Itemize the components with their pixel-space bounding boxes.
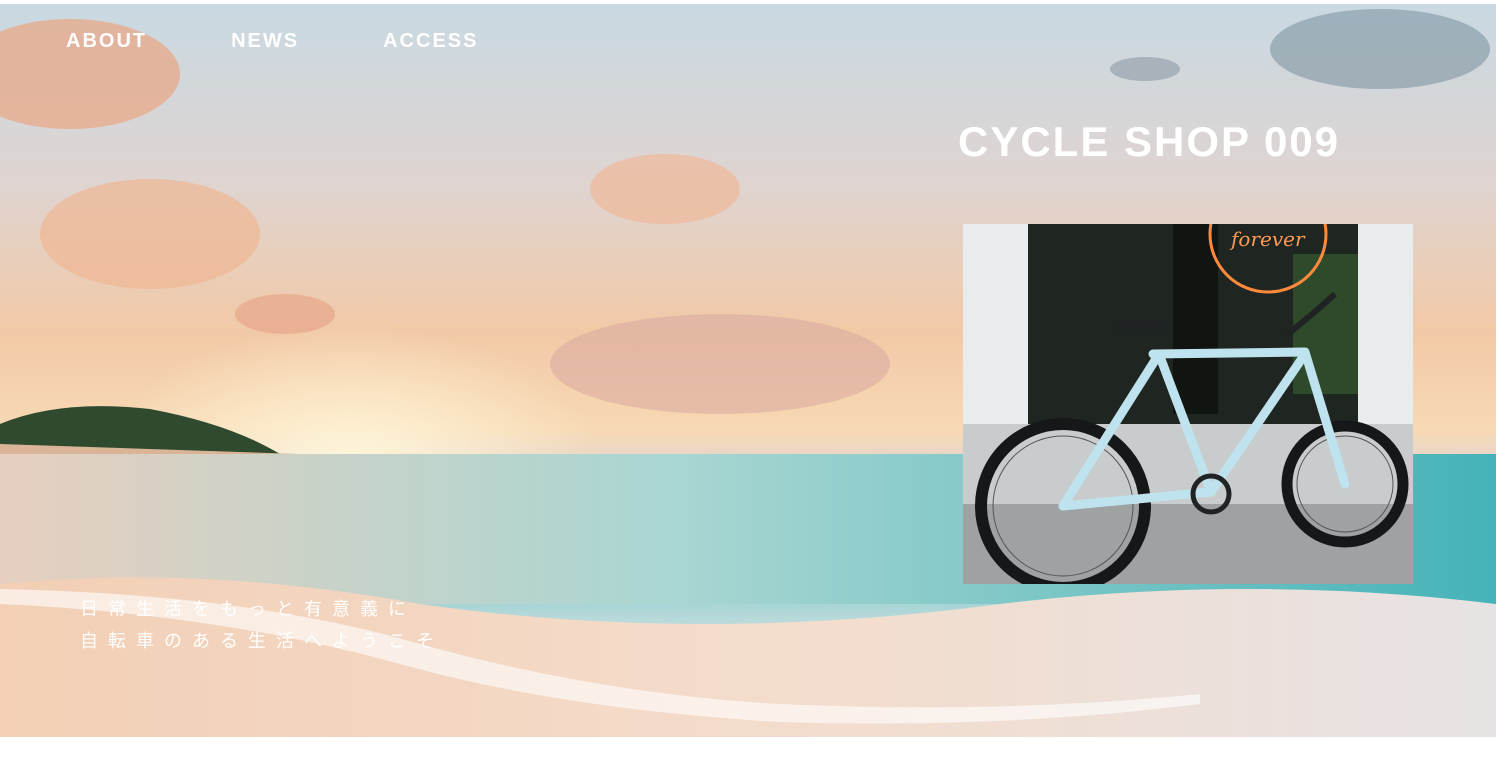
hero-tagline: 日常生活をもっと有意義に 自転車のある生活へようこそ xyxy=(80,594,444,658)
shop-title: CYCLE SHOP 009 xyxy=(958,118,1341,165)
nav-link-access[interactable]: ACCESS xyxy=(383,30,478,53)
hero-section: ABOUT NEWS ACCESS CYCLE SHOP 009 forever xyxy=(0,4,1496,737)
nav-link-news[interactable]: NEWS xyxy=(231,30,299,53)
main-nav: ABOUT NEWS ACCESS xyxy=(66,30,562,53)
nav-link-about[interactable]: ABOUT xyxy=(66,30,147,53)
svg-text:forever: forever xyxy=(1229,227,1306,251)
bicycle-photo: forever xyxy=(963,224,1413,584)
tagline-line-2: 自転車のある生活へようこそ xyxy=(80,631,444,652)
tagline-line-1: 日常生活をもっと有意義に xyxy=(80,599,416,620)
